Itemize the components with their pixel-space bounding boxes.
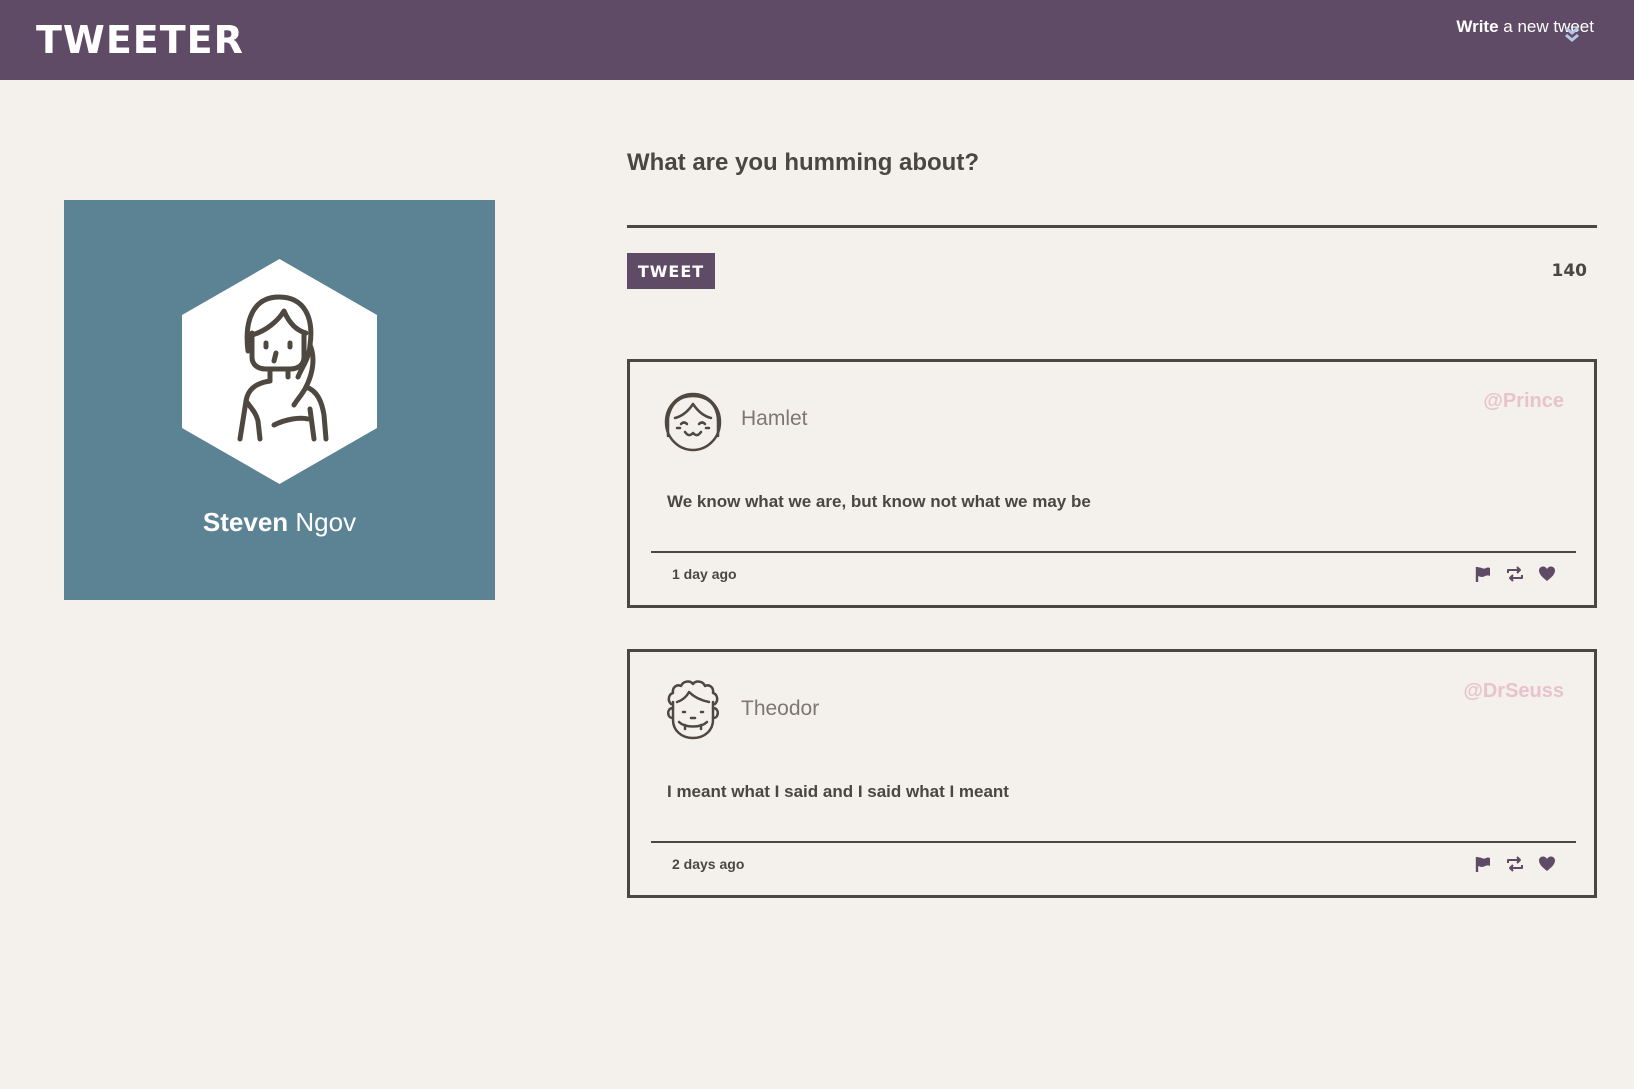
tweet-timestamp: 1 day ago xyxy=(672,566,737,582)
brand-logo[interactable]: TWEETER xyxy=(36,14,244,66)
tweet-timestamp: 2 days ago xyxy=(672,856,745,872)
heart-icon[interactable] xyxy=(1538,565,1556,583)
top-nav: TWEETER Write a new tweet xyxy=(0,0,1634,80)
character-counter: 140 xyxy=(1551,261,1588,281)
retweet-icon[interactable] xyxy=(1506,565,1524,583)
retweet-icon[interactable] xyxy=(1506,855,1524,873)
tweet-divider xyxy=(651,841,1576,843)
profile-first-name: Steven xyxy=(202,507,289,537)
tweet-card: Hamlet @Prince We know what we are, but … xyxy=(627,359,1597,608)
tweet-author-handle[interactable]: @Prince xyxy=(1483,388,1564,414)
tweet-author-name[interactable]: Theodor xyxy=(741,696,819,722)
curly-hair-avatar-icon xyxy=(666,680,720,740)
heart-icon[interactable] xyxy=(1538,855,1556,873)
tweet-text: We know what we are, but know not what w… xyxy=(667,492,1091,511)
chevron-double-down-icon[interactable] xyxy=(1564,26,1580,44)
tweet-actions xyxy=(1474,854,1556,874)
tweet-actions xyxy=(1474,564,1556,584)
tweet-submit-button[interactable]: TWEET xyxy=(627,253,715,289)
profile-name: Steven Ngov xyxy=(64,505,495,539)
girl-avatar-icon xyxy=(664,392,722,452)
profile-avatar-icon xyxy=(182,259,377,484)
tweet-card: Theodor @DrSeuss I meant what I said and… xyxy=(627,649,1597,898)
flag-icon[interactable] xyxy=(1474,855,1492,873)
tweet-author-name[interactable]: Hamlet xyxy=(741,406,808,432)
tweet-divider xyxy=(651,551,1576,553)
write-label-bold: Write xyxy=(1456,17,1499,36)
tweet-author-handle[interactable]: @DrSeuss xyxy=(1463,678,1564,704)
flag-icon[interactable] xyxy=(1474,565,1492,583)
profile-last-name: Ngov xyxy=(288,507,357,537)
tweet-text: I meant what I said and I said what I me… xyxy=(667,782,1009,801)
profile-card: Steven Ngov xyxy=(64,200,495,600)
composer-prompt: What are you humming about? xyxy=(627,149,979,176)
